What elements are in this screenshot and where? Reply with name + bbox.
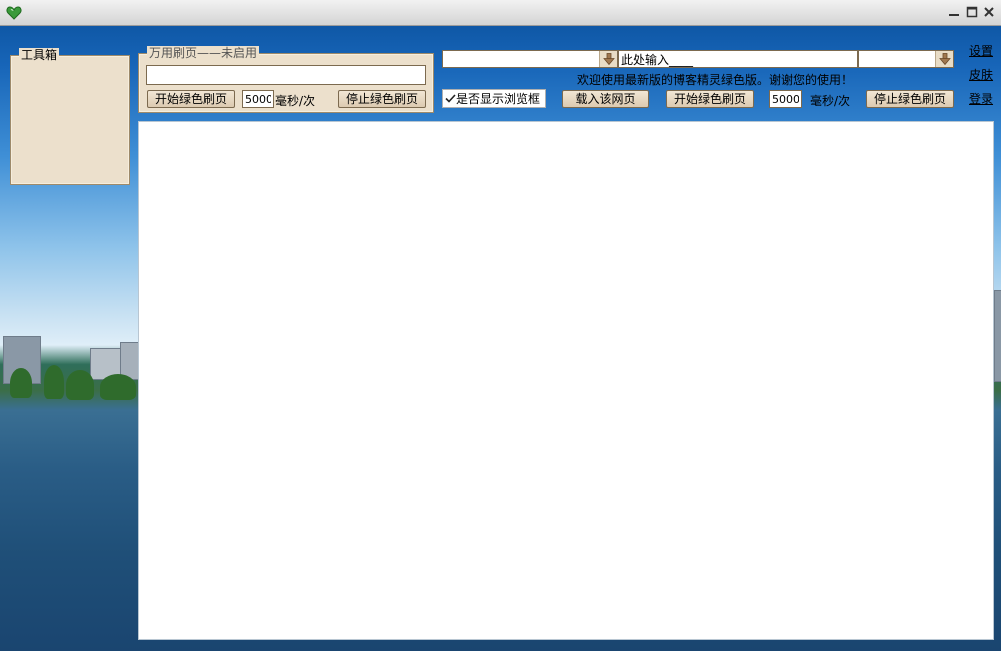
title-bar[interactable] [0,0,1001,26]
start-green-refresh-button[interactable]: 开始绿色刷页 [666,90,754,108]
dropdown-arrow-icon[interactable] [935,51,953,67]
universal-refresh-panel: 万用刷页——未启用 开始绿色刷页 毫秒/次 停止绿色刷页 [138,46,434,113]
start-refresh-button[interactable]: 开始绿色刷页 [147,90,235,108]
settings-link[interactable]: 设置 [969,42,993,59]
refresh-interval-unit: 毫秒/次 [275,94,316,108]
browser-view[interactable] [138,121,994,640]
interval-input[interactable] [769,90,802,108]
show-browser-label: 是否显示浏览框 [456,92,541,106]
login-link[interactable]: 登录 [969,90,993,107]
close-icon[interactable] [982,5,996,19]
dropdown-arrow-icon[interactable] [599,51,617,67]
toolbox-panel: 工具箱 [10,48,130,185]
main-text-input[interactable] [618,50,858,68]
url-combo-left[interactable] [442,50,618,68]
heart-icon [6,5,22,21]
tree-decoration [100,374,136,400]
show-browser-checkbox[interactable]: 是否显示浏览框 [442,89,546,108]
toolbox-title: 工具箱 [19,48,60,62]
welcome-message: 欢迎使用最新版的博客精灵绿色版。谢谢您的使用！ [577,73,854,87]
refresh-url-input[interactable] [146,65,426,85]
interval-unit: 毫秒/次 [810,94,851,108]
stop-refresh-button[interactable]: 停止绿色刷页 [338,90,426,108]
tree-decoration [66,370,94,400]
tree-decoration [10,368,32,398]
refresh-interval-input[interactable] [242,90,274,108]
skin-link[interactable]: 皮肤 [969,66,993,83]
stop-green-refresh-button[interactable]: 停止绿色刷页 [866,90,954,108]
building-decoration [994,290,1001,382]
universal-refresh-title: 万用刷页——未启用 [147,46,260,60]
load-page-button[interactable]: 载入该网页 [562,90,649,108]
checkmark-icon[interactable] [445,93,456,107]
maximize-icon[interactable] [965,5,979,19]
tree-decoration [44,365,64,399]
url-combo-right[interactable] [858,50,954,68]
minimize-icon[interactable] [947,5,961,19]
